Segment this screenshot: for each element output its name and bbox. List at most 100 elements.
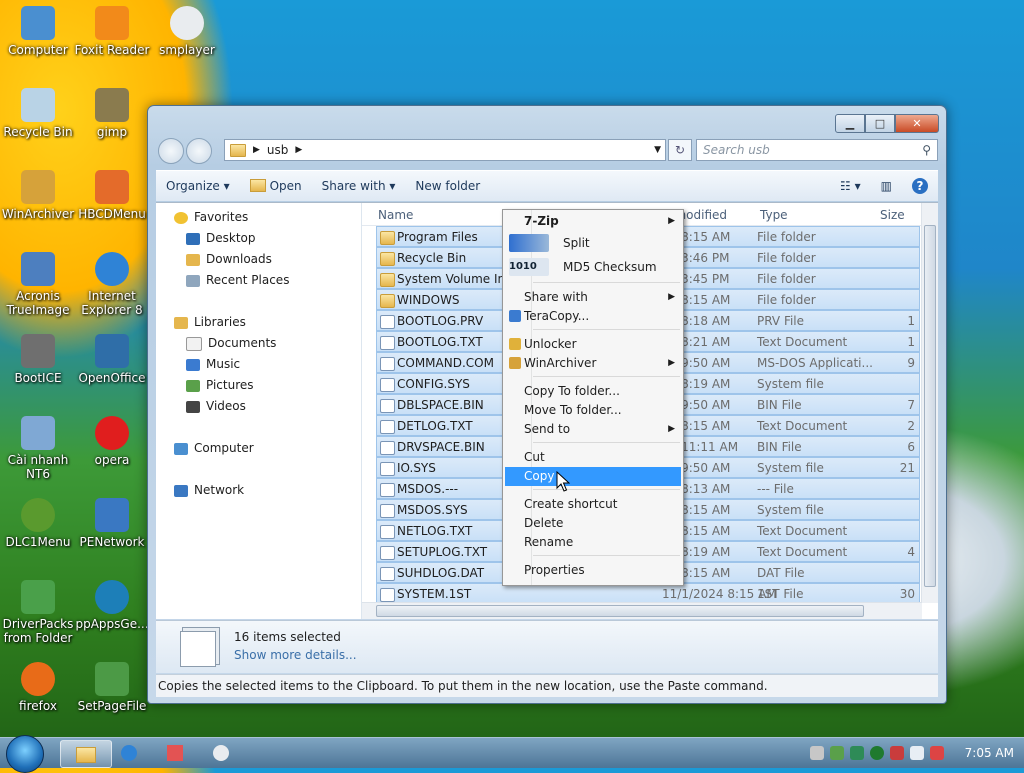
nav-music[interactable]: Music	[156, 354, 361, 375]
desktop-icon-penetwork[interactable]: PENetwork	[74, 498, 150, 549]
menu-item-cut[interactable]: Cut	[505, 448, 681, 467]
nav-pictures[interactable]: Pictures	[156, 375, 361, 396]
menu-item-unlocker[interactable]: Unlocker	[505, 335, 681, 354]
tray-icon-network[interactable]	[810, 746, 824, 760]
breadcrumb-arrow-icon[interactable]: ▶	[253, 145, 260, 155]
tray-icon-play[interactable]	[870, 746, 884, 760]
tray-icon-volume[interactable]	[930, 746, 944, 760]
tray-icon-display[interactable]	[910, 746, 924, 760]
table-row[interactable]: SYSTEM.1ST 11/1/2024 8:15 AM 1ST File 30	[376, 583, 920, 604]
column-type[interactable]: Type	[760, 208, 788, 222]
help-icon[interactable]: ?	[902, 178, 938, 194]
share-with-button[interactable]: Share with ▾	[312, 179, 406, 193]
menu-item-properties[interactable]: Properties	[505, 561, 681, 580]
menu-item-copy[interactable]: Copy	[505, 467, 681, 486]
desktop-icon-recycle-bin[interactable]: Recycle Bin	[0, 88, 76, 139]
desktop-icon-setpagefile[interactable]: SetPageFile	[74, 662, 150, 713]
clock[interactable]: 7:05 AM	[965, 738, 1014, 768]
organize-button[interactable]: Organize ▾	[156, 179, 240, 193]
menu-item-rename[interactable]: Rename	[505, 533, 681, 552]
minimize-button[interactable]: ▁	[835, 114, 865, 133]
menu-item-split[interactable]: Split	[505, 234, 681, 253]
desktop-icon-computer[interactable]: Computer	[0, 6, 76, 57]
file-size: 1	[907, 314, 915, 328]
desktop-icon-ie[interactable]: Internet Explorer 8	[74, 252, 150, 317]
selection-count: 16 items selected	[234, 630, 341, 644]
tray-icon-shield[interactable]	[850, 746, 864, 760]
file-name: BOOTLOG.TXT	[397, 335, 483, 349]
taskbar-smplayer[interactable]	[200, 740, 250, 766]
vertical-scroll-thumb[interactable]	[924, 225, 936, 587]
close-button[interactable]: ✕	[895, 114, 939, 133]
address-dropdown-icon[interactable]: ▼	[654, 145, 661, 155]
desktop-icon-firefox[interactable]: firefox	[0, 662, 76, 713]
desktop-icon-opera[interactable]: opera	[74, 416, 150, 467]
view-options-icon[interactable]: ☷ ▾	[830, 179, 871, 193]
nav-computer[interactable]: Computer	[156, 438, 361, 459]
menu-item-winarchiver[interactable]: WinArchiver ▶	[505, 354, 681, 373]
apps-icon	[95, 580, 129, 614]
menu-item-move-to-folder[interactable]: Move To folder...	[505, 401, 681, 420]
tray-icon-tool[interactable]	[890, 746, 904, 760]
column-name[interactable]: Name	[378, 208, 413, 222]
desktop-icon-winarchiver[interactable]: WinArchiver	[0, 170, 76, 221]
menu-item-md5-checksum[interactable]: 1010 MD5 Checksum	[505, 258, 681, 277]
file-type: File folder	[757, 251, 816, 265]
menu-item-delete[interactable]: Delete	[505, 514, 681, 533]
file-size: 2	[907, 419, 915, 433]
menu-item-create-shortcut[interactable]: Create shortcut	[505, 495, 681, 514]
breadcrumb-usb[interactable]: usb	[267, 143, 288, 157]
open-button[interactable]: Open	[240, 179, 312, 193]
desktop-icon-gimp[interactable]: gimp	[74, 88, 150, 139]
new-folder-button[interactable]: New folder	[405, 179, 490, 193]
preview-pane-icon[interactable]: ▥	[871, 179, 902, 193]
music-icon	[186, 358, 200, 371]
start-button[interactable]	[6, 735, 44, 773]
desktop-icon-bootice[interactable]: BootICE	[0, 334, 76, 385]
taskbar-app[interactable]	[154, 740, 204, 766]
forward-button[interactable]	[186, 138, 212, 164]
checksum-icon: 1010	[509, 258, 549, 276]
nav-libraries[interactable]: Libraries	[156, 312, 361, 333]
menu-item-send-to[interactable]: Send to ▶	[505, 420, 681, 439]
file-icon	[380, 483, 395, 497]
show-more-details-link[interactable]: Show more details...	[234, 648, 357, 662]
desktop-icon-foxit[interactable]: Foxit Reader	[74, 6, 150, 57]
horizontal-scrollbar[interactable]	[362, 602, 922, 619]
folder-icon	[380, 231, 395, 245]
column-size[interactable]: Size	[880, 208, 905, 222]
pdf-icon	[95, 6, 129, 40]
desktop-icon-cai-nhanh[interactable]: Cài nhanh NT6	[0, 416, 76, 481]
menu-item-share-with[interactable]: Share with ▶	[505, 288, 681, 307]
address-bar[interactable]: ▶ usb ▶ ▼	[224, 139, 666, 161]
desktop-icon-driverpacks[interactable]: DriverPacks from Folder	[0, 580, 76, 645]
breadcrumb-arrow-icon[interactable]: ▶	[295, 145, 302, 155]
nav-documents[interactable]: Documents	[156, 333, 361, 354]
desktop-icon-ppappsge[interactable]: ppAppsGe...	[74, 580, 150, 631]
horizontal-scroll-thumb[interactable]	[376, 605, 864, 617]
menu-item-copy-to-folder[interactable]: Copy To folder...	[505, 382, 681, 401]
desktop-icon-hbcdmenu[interactable]: HBCDMenu	[74, 170, 150, 221]
nav-recent-places[interactable]: Recent Places	[156, 270, 361, 291]
nav-desktop[interactable]: Desktop	[156, 228, 361, 249]
search-input[interactable]: Search usb ⚲	[696, 139, 938, 161]
taskbar-ie[interactable]	[108, 740, 158, 766]
menu-item-7zip[interactable]: 7-Zip ▶	[505, 212, 681, 231]
tray-icon-refresh[interactable]	[830, 746, 844, 760]
maximize-button[interactable]: □	[865, 114, 895, 133]
desktop-icon-acronis[interactable]: Acronis TrueImage	[0, 252, 76, 317]
taskbar-explorer[interactable]	[60, 740, 112, 768]
back-button[interactable]	[158, 138, 184, 164]
menu-item-teracopy[interactable]: TeraCopy...	[505, 307, 681, 326]
vertical-scrollbar[interactable]	[921, 203, 938, 603]
nav-downloads[interactable]: Downloads	[156, 249, 361, 270]
desktop-icon-smplayer[interactable]: smplayer	[149, 6, 225, 57]
nav-network[interactable]: Network	[156, 480, 361, 501]
nav-videos[interactable]: Videos	[156, 396, 361, 417]
desktop-icon-openoffice[interactable]: OpenOffice	[74, 334, 150, 385]
refresh-button[interactable]: ↻	[668, 139, 692, 161]
desktop-icon-dlc1menu[interactable]: DLC1Menu	[0, 498, 76, 549]
file-type: File folder	[757, 293, 816, 307]
nav-favorites[interactable]: Favorites	[156, 207, 361, 228]
desktop-icon	[186, 232, 200, 245]
